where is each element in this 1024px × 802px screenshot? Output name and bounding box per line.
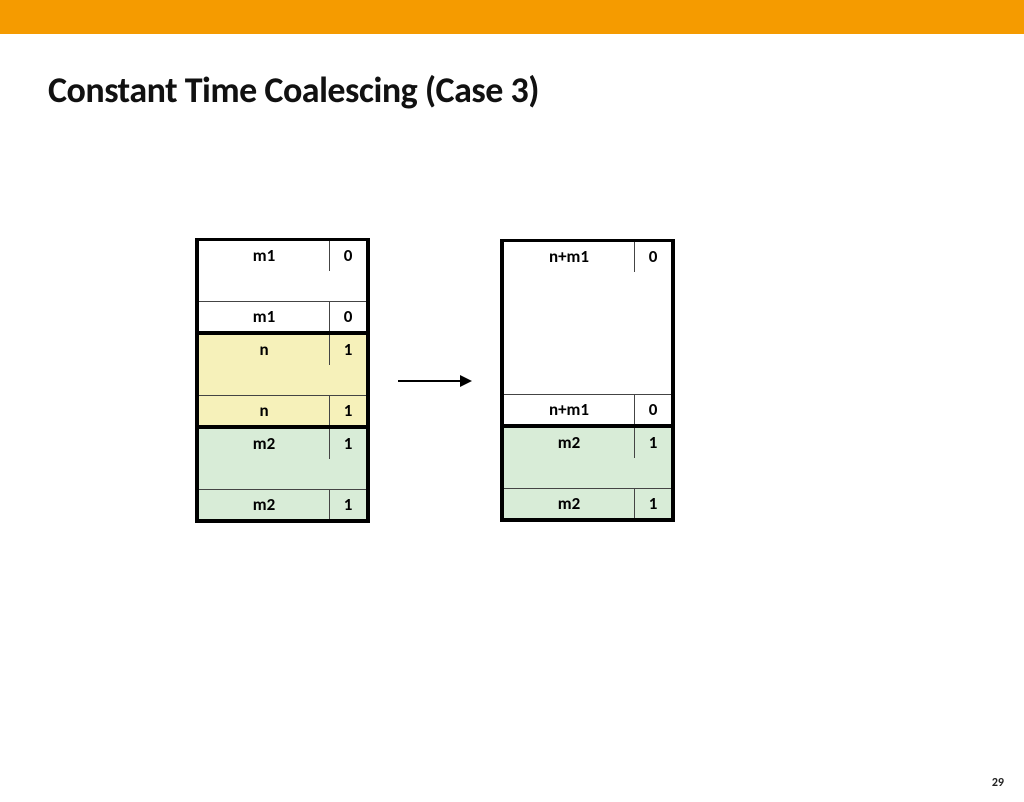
right-seg-1: n+m1 0 n+m1 0 [503,242,672,425]
cell-label: n [199,396,330,425]
cell-label: n+m1 [504,395,635,424]
left-seg-3: m2 1 m2 1 [198,426,367,520]
right-seg-2-footer: m2 1 [504,488,671,518]
cell-label: m2 [504,428,635,458]
cell-label: m2 [199,429,330,459]
right-seg-1-header: n+m1 0 [504,242,671,272]
slide-title: Constant Time Coalescing (Case 3) [48,68,1024,112]
cell-flag: 1 [330,429,366,459]
right-seg-1-footer: n+m1 0 [504,394,671,424]
left-memory-block: m1 0 m1 0 n 1 n 1 [195,238,370,523]
cell-flag: 0 [635,395,671,424]
left-seg-3-body [199,459,366,489]
right-seg-1-body [504,272,671,394]
accent-bar [0,0,1024,34]
cell-flag: 1 [635,428,671,458]
cell-flag: 1 [330,490,366,519]
left-seg-3-footer: m2 1 [199,489,366,519]
left-seg-2-footer: n 1 [199,395,366,425]
cell-label: m1 [199,241,330,271]
cell-label: m1 [199,302,330,331]
page-number: 29 [992,776,1004,790]
slide-body: Constant Time Coalescing (Case 3) m1 0 m… [0,68,1024,802]
cell-flag: 0 [330,302,366,331]
left-seg-1-footer: m1 0 [199,301,366,331]
left-seg-2: n 1 n 1 [198,332,367,426]
right-seg-2: m2 1 m2 1 [503,425,672,519]
cell-label: n+m1 [504,242,635,272]
left-seg-1-body [199,271,366,301]
diagram-area: m1 0 m1 0 n 1 n 1 [195,238,675,523]
right-seg-2-body [504,458,671,488]
cell-flag: 0 [330,241,366,271]
cell-flag: 1 [330,335,366,365]
left-seg-3-header: m2 1 [199,429,366,459]
cell-label: m2 [199,490,330,519]
left-seg-2-body [199,365,366,395]
left-seg-1: m1 0 m1 0 [198,241,367,332]
arrow-icon [398,375,472,387]
cell-flag: 1 [635,489,671,518]
left-seg-1-header: m1 0 [199,241,366,271]
left-seg-2-header: n 1 [199,335,366,365]
cell-label: n [199,335,330,365]
right-memory-block: n+m1 0 n+m1 0 m2 1 m2 1 [500,239,675,522]
cell-flag: 1 [330,396,366,425]
cell-label: m2 [504,489,635,518]
right-seg-2-header: m2 1 [504,428,671,458]
cell-flag: 0 [635,242,671,272]
